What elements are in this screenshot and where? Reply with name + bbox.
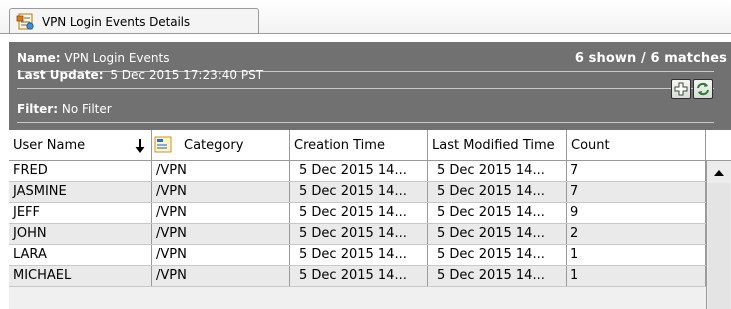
column-header-user-name[interactable]: User Name: [9, 130, 152, 160]
cell-user-name: FRED: [9, 161, 152, 181]
table-row[interactable]: JASMINE /VPN 5 Dec 2015 14... 5 Dec 2015…: [9, 182, 706, 203]
cell-creation-time: 5 Dec 2015 14...: [290, 266, 428, 286]
cell-user-name: JEFF: [9, 203, 152, 223]
cell-category: /VPN: [152, 182, 290, 202]
cell-count: 7: [567, 161, 706, 181]
column-header-spacer: [706, 130, 731, 160]
cell-count: 2: [567, 224, 706, 244]
cell-category: /VPN: [152, 266, 290, 286]
match-count: 6 shown / 6 matches: [574, 51, 727, 66]
cell-user-name: JASMINE: [9, 182, 152, 202]
column-header-category[interactable]: Category: [152, 130, 290, 160]
cell-last-modified-time: 5 Dec 2015 14...: [428, 245, 567, 265]
cell-user-name: MICHAEL: [9, 266, 152, 286]
column-header-count[interactable]: Count: [567, 130, 706, 160]
category-icon: [154, 136, 172, 153]
table-row[interactable]: FRED /VPN 5 Dec 2015 14... 5 Dec 2015 14…: [9, 161, 706, 182]
cell-last-modified-time: 5 Dec 2015 14...: [428, 203, 567, 223]
refresh-button[interactable]: [693, 79, 713, 99]
report-icon: [16, 13, 34, 30]
cell-count: 1: [567, 245, 706, 265]
column-label: Category: [184, 137, 244, 153]
details-header: Name: VPN Login Events Last Update: 5 De…: [9, 42, 731, 130]
cell-user-name: LARA: [9, 245, 152, 265]
tab-vpn-login-events-details[interactable]: VPN Login Events Details: [9, 8, 259, 34]
table-row[interactable]: LARA /VPN 5 Dec 2015 14... 5 Dec 2015 14…: [9, 245, 706, 266]
cell-last-modified-time: 5 Dec 2015 14...: [428, 161, 567, 181]
refresh-icon: [697, 82, 709, 96]
cell-user-name: JOHN: [9, 224, 152, 244]
last-update-value: 5 Dec 2015 17:23:40 PST: [110, 68, 264, 82]
column-label: User Name: [13, 137, 86, 153]
last-update-row: Last Update: 5 Dec 2015 17:23:40 PST: [17, 68, 714, 89]
cell-category: /VPN: [152, 161, 290, 181]
column-label: Creation Time: [294, 137, 385, 153]
last-update-label: Last Update:: [17, 68, 104, 82]
cell-creation-time: 5 Dec 2015 14...: [290, 245, 428, 265]
table-row[interactable]: JEFF /VPN 5 Dec 2015 14... 5 Dec 2015 14…: [9, 203, 706, 224]
name-label: Name:: [17, 51, 61, 65]
cell-count: 7: [567, 182, 706, 202]
filter-label: Filter:: [17, 102, 59, 116]
cell-last-modified-time: 5 Dec 2015 14...: [428, 182, 567, 202]
cell-last-modified-time: 5 Dec 2015 14...: [428, 266, 567, 286]
sort-descending-icon: [135, 139, 145, 153]
column-label: Count: [571, 137, 610, 153]
scroll-track[interactable]: [708, 183, 730, 309]
column-label: Last Modified Time: [432, 137, 555, 153]
table-row[interactable]: MICHAEL /VPN 5 Dec 2015 14... 5 Dec 2015…: [9, 266, 706, 287]
cell-category: /VPN: [152, 203, 290, 223]
cell-category: /VPN: [152, 224, 290, 244]
cell-creation-time: 5 Dec 2015 14...: [290, 224, 428, 244]
triangle-up-icon: [713, 169, 724, 176]
filter-row: Filter: No Filter: [17, 102, 714, 123]
filter-value: No Filter: [61, 102, 112, 116]
scroll-up-button[interactable]: [710, 164, 727, 181]
vertical-scrollbar[interactable]: [706, 161, 731, 309]
table-header: User Name Category Creation Time Last Mo…: [9, 130, 731, 161]
cell-category: /VPN: [152, 245, 290, 265]
cell-creation-time: 5 Dec 2015 14...: [290, 161, 428, 181]
cell-count: 1: [567, 266, 706, 286]
cell-creation-time: 5 Dec 2015 14...: [290, 182, 428, 202]
cell-creation-time: 5 Dec 2015 14...: [290, 203, 428, 223]
column-header-creation-time[interactable]: Creation Time: [290, 130, 428, 160]
events-table: User Name Category Creation Time Last Mo…: [9, 130, 731, 309]
tab-underline: [0, 33, 731, 34]
cell-last-modified-time: 5 Dec 2015 14...: [428, 224, 567, 244]
tab-label: VPN Login Events Details: [42, 14, 191, 29]
add-icon: [674, 82, 688, 96]
tab-strip: VPN Login Events Details: [0, 0, 731, 34]
name-value: VPN Login Events: [64, 51, 170, 65]
table-row[interactable]: JOHN /VPN 5 Dec 2015 14... 5 Dec 2015 14…: [9, 224, 706, 245]
cell-count: 9: [567, 203, 706, 223]
column-header-last-modified-time[interactable]: Last Modified Time: [428, 130, 567, 160]
add-button[interactable]: [671, 79, 691, 99]
